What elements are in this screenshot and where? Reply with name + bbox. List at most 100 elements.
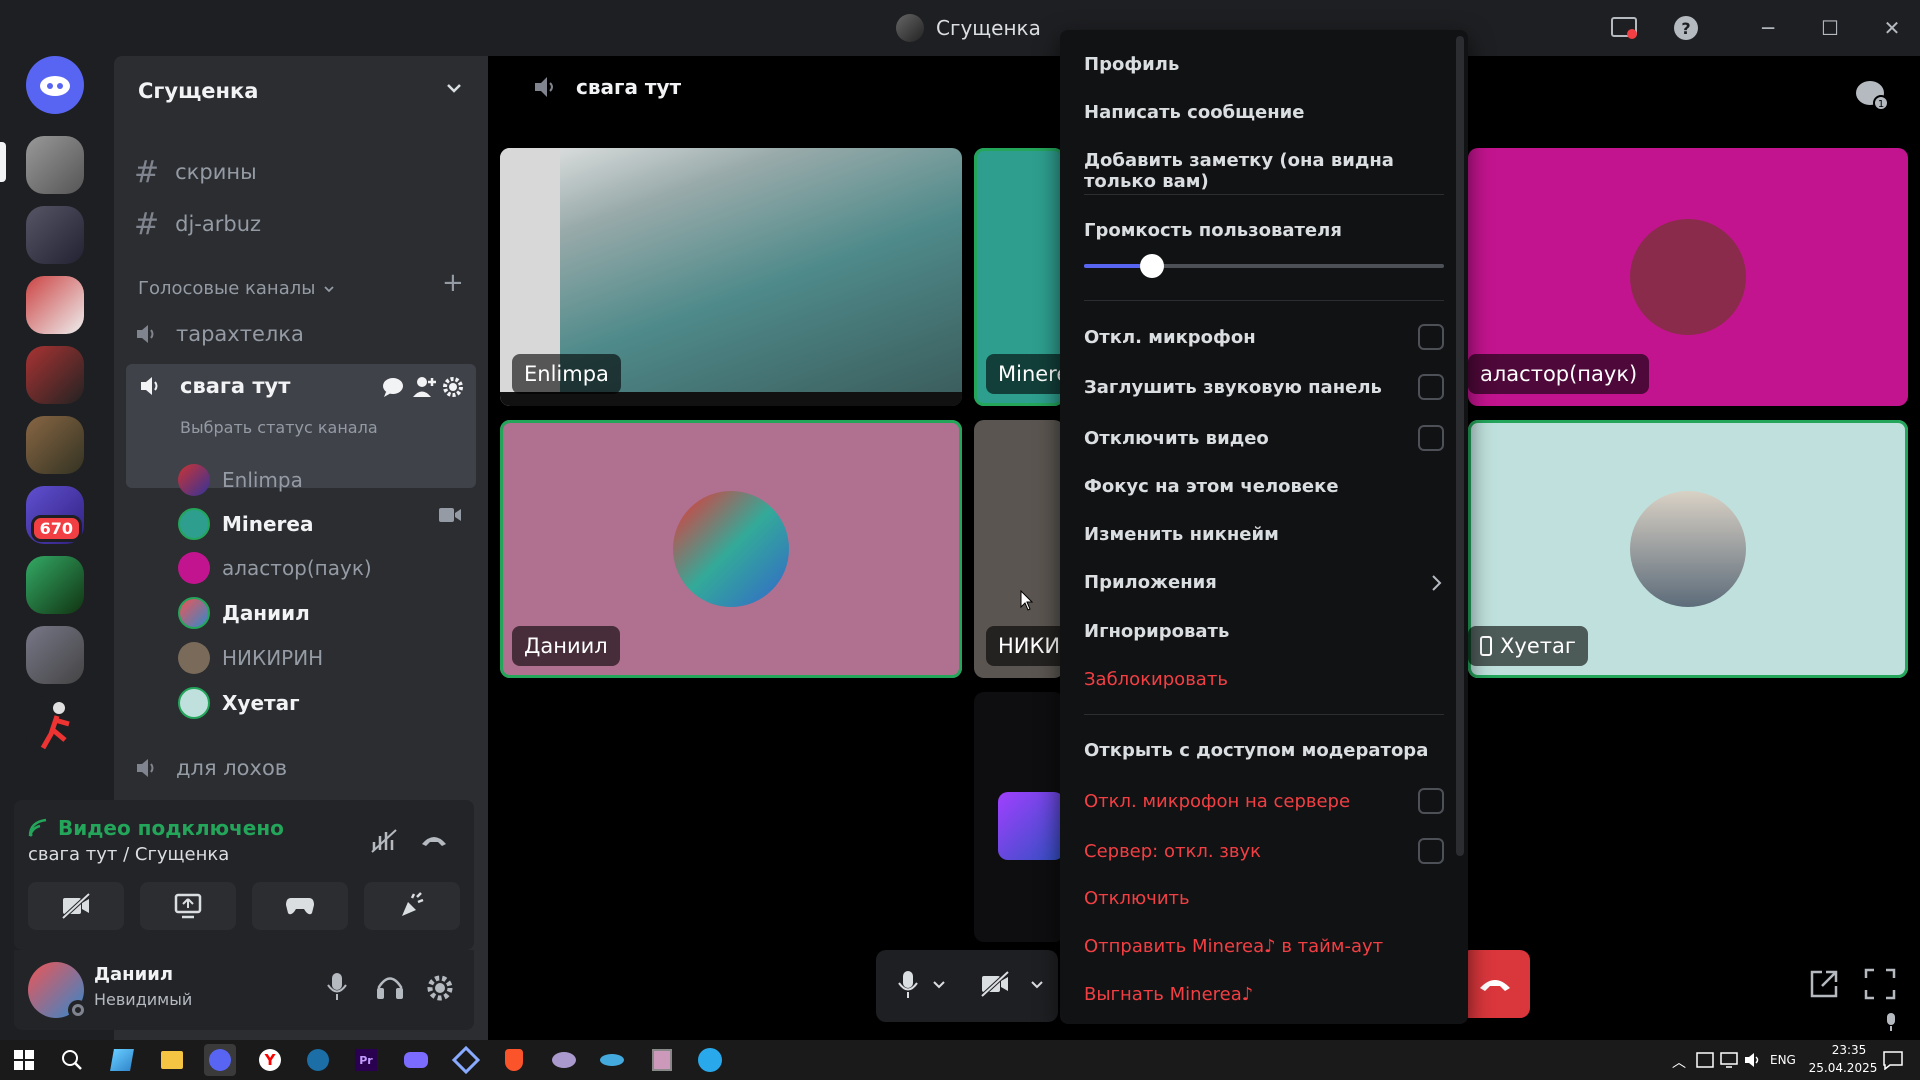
video-tile[interactable]: Хуетаг xyxy=(1468,420,1908,678)
server-icon[interactable] xyxy=(26,206,84,264)
leave-call-button[interactable] xyxy=(1460,950,1530,1018)
gamepad-app-icon[interactable] xyxy=(400,1044,432,1076)
menu-item-kick[interactable]: Выгнать Minerea♪ xyxy=(1084,984,1444,1005)
menu-item-change-nick[interactable]: Изменить никнейм xyxy=(1084,524,1444,545)
search-icon[interactable] xyxy=(56,1044,88,1076)
chat-icon[interactable] xyxy=(382,376,404,398)
voice-category[interactable]: Голосовые каналы xyxy=(138,278,335,299)
voice-location[interactable]: свага тут / Сгущенка xyxy=(28,844,229,865)
user-name[interactable]: Даниил xyxy=(94,964,173,985)
server-mute-checkbox[interactable] xyxy=(1418,788,1444,814)
menu-item-open-moderator[interactable]: Открыть с доступом модератора xyxy=(1084,740,1444,761)
add-channel-icon[interactable]: + xyxy=(442,268,464,298)
screen-share-button[interactable] xyxy=(140,882,236,930)
menu-item-mute-mic[interactable]: Откл. микрофон xyxy=(1084,324,1444,350)
tray-app-icon[interactable] xyxy=(1696,1052,1714,1068)
disconnect-icon[interactable] xyxy=(420,830,448,850)
menu-item-apps[interactable]: Приложения xyxy=(1084,572,1444,593)
server-icon[interactable] xyxy=(26,136,84,194)
camera-off-button[interactable] xyxy=(28,882,124,930)
thread-notification-icon[interactable]: 1 xyxy=(1854,78,1890,112)
video-off-icon[interactable] xyxy=(980,970,1010,998)
tray-chevron-up-icon[interactable]: ︿ xyxy=(1672,1052,1686,1072)
telegram-icon[interactable] xyxy=(694,1044,726,1076)
invite-icon[interactable] xyxy=(412,376,436,398)
minimize-button[interactable]: ─ xyxy=(1748,12,1788,44)
mute-soundboard-checkbox[interactable] xyxy=(1418,374,1444,400)
menu-item-disconnect[interactable]: Отключить xyxy=(1084,888,1444,909)
server-deafen-checkbox[interactable] xyxy=(1418,838,1444,864)
dolphin-icon[interactable] xyxy=(596,1044,628,1076)
network-app-icon[interactable] xyxy=(450,1044,482,1076)
voice-member[interactable]: аластор(паук) xyxy=(178,548,372,588)
settings-icon[interactable] xyxy=(426,974,454,1002)
volume-icon[interactable] xyxy=(1744,1052,1762,1068)
premiere-pro-icon[interactable]: Pr xyxy=(350,1044,382,1076)
menu-item-timeout[interactable]: Отправить Minerea♪ в тайм-аут xyxy=(1084,936,1444,957)
archive-icon[interactable] xyxy=(646,1044,678,1076)
steam-icon[interactable] xyxy=(302,1044,334,1076)
video-tile[interactable]: Enlimpa xyxy=(500,148,962,406)
server-icon[interactable]: 670 xyxy=(26,486,84,544)
video-tile[interactable]: Даниил xyxy=(500,420,962,678)
video-tile[interactable]: аластор(паук) xyxy=(1468,148,1908,406)
menu-item-ignore[interactable]: Игнорировать xyxy=(1084,621,1444,642)
maximize-button[interactable]: ☐ xyxy=(1810,12,1850,44)
channel-status[interactable]: Выбрать статус канала xyxy=(180,418,378,437)
language-indicator[interactable]: ENG xyxy=(1770,1053,1796,1067)
voice-member[interactable]: Хуетаг xyxy=(178,683,300,723)
menu-item-profile[interactable]: Профиль xyxy=(1084,54,1444,75)
notepad-icon[interactable] xyxy=(106,1044,138,1076)
windows-start-icon[interactable] xyxy=(8,1044,40,1076)
clock-date[interactable]: 25.04.2025 xyxy=(1806,1061,1880,1075)
volume-slider[interactable] xyxy=(1084,254,1444,278)
voice-channel-dlya-lokhov[interactable]: для лохов xyxy=(134,746,287,790)
server-icon[interactable] xyxy=(26,416,84,474)
server-icon[interactable] xyxy=(26,696,84,754)
menu-item-focus[interactable]: Фокус на этом человеке xyxy=(1084,476,1444,497)
server-icon[interactable] xyxy=(26,556,84,614)
app-icon[interactable] xyxy=(548,1044,580,1076)
server-icon[interactable] xyxy=(26,626,84,684)
microphone-icon[interactable] xyxy=(898,970,918,1000)
fullscreen-icon[interactable] xyxy=(1864,968,1896,1000)
notification-icon[interactable] xyxy=(1882,1050,1904,1070)
menu-item-server-mute[interactable]: Откл. микрофон на сервере xyxy=(1084,788,1444,814)
menu-item-message[interactable]: Написать сообщение xyxy=(1084,102,1444,123)
video-tile[interactable]: Minere xyxy=(974,148,1064,406)
menu-item-server-deafen[interactable]: Сервер: откл. звук xyxy=(1084,838,1444,864)
noise-suppression-icon[interactable] xyxy=(370,828,398,854)
mute-mic-checkbox[interactable] xyxy=(1418,324,1444,350)
activities-button[interactable] xyxy=(252,882,348,930)
volume-slider-handle[interactable] xyxy=(1140,254,1164,278)
discord-home-icon[interactable] xyxy=(26,56,84,114)
clock-time[interactable]: 23:35 xyxy=(1818,1043,1880,1057)
network-icon[interactable] xyxy=(1720,1052,1738,1068)
video-tile[interactable]: НИКИР xyxy=(974,420,1064,678)
guild-header[interactable]: Сгущенка xyxy=(114,56,488,126)
context-menu-scrollbar[interactable] xyxy=(1456,36,1464,856)
voice-member[interactable]: Enlimpa xyxy=(178,460,303,500)
voice-channel-tarakhtelka[interactable]: тарахтелка xyxy=(134,312,304,356)
soundboard-button[interactable] xyxy=(364,882,460,930)
yandex-browser-icon[interactable]: Y xyxy=(254,1044,286,1076)
help-icon[interactable]: ? xyxy=(1672,14,1700,42)
microphone-icon[interactable] xyxy=(326,972,348,1002)
channel-dj-arbuz[interactable]: # dj-arbuz xyxy=(134,202,261,246)
activity-tile[interactable] xyxy=(974,692,1064,942)
server-icon[interactable] xyxy=(26,346,84,404)
pop-out-icon[interactable] xyxy=(1808,968,1840,1000)
menu-item-block[interactable]: Заблокировать xyxy=(1084,669,1444,690)
voice-status[interactable]: Видео подключено xyxy=(58,816,284,840)
menu-item-mute-soundboard[interactable]: Заглушить звуковую панель xyxy=(1084,374,1444,400)
gear-icon[interactable] xyxy=(442,376,464,398)
menu-item-add-note[interactable]: Добавить заметку (она видна только вам) xyxy=(1084,150,1444,192)
voice-member[interactable]: НИКИРИН xyxy=(178,638,323,678)
brave-icon[interactable] xyxy=(498,1044,530,1076)
voice-member[interactable]: Minerea xyxy=(178,504,313,544)
file-explorer-icon[interactable] xyxy=(156,1044,188,1076)
discord-taskbar-icon[interactable] xyxy=(204,1044,236,1076)
headphones-icon[interactable] xyxy=(376,974,404,1000)
server-icon[interactable] xyxy=(26,276,84,334)
close-window-button[interactable]: ✕ xyxy=(1872,12,1912,44)
